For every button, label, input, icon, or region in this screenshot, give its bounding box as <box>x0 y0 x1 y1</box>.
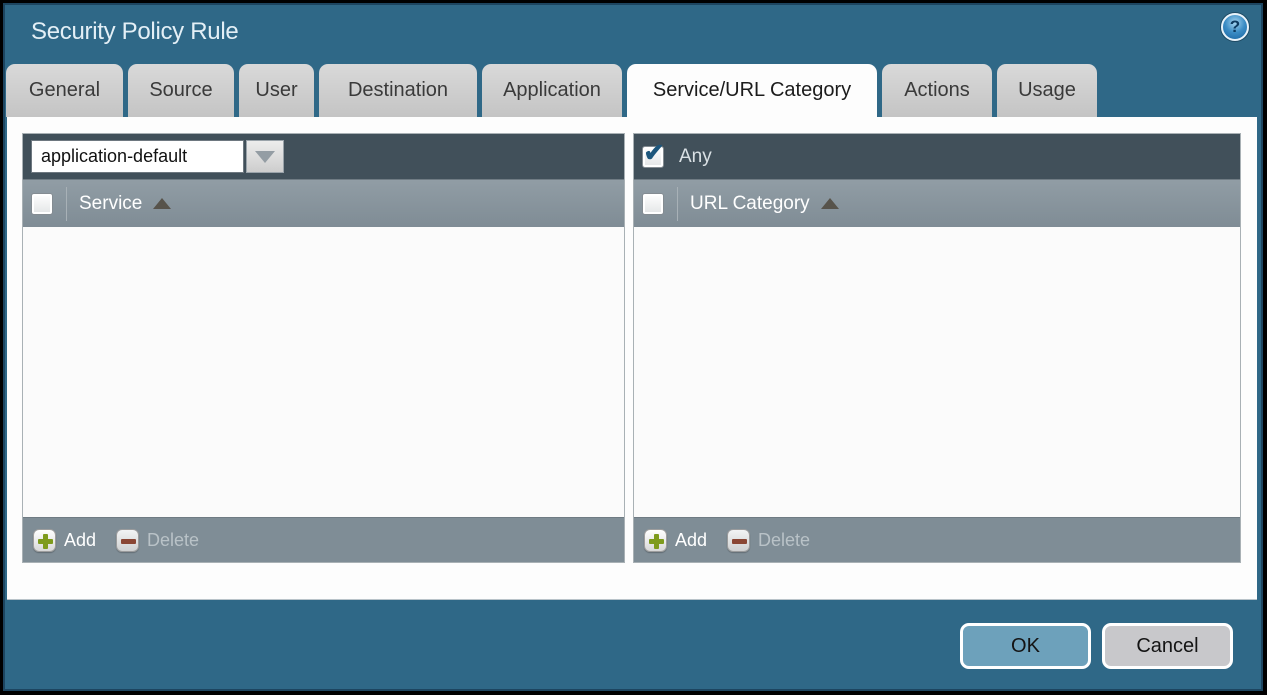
sort-ascending-icon <box>153 198 171 209</box>
service-type-dropdown[interactable]: application-default <box>31 140 284 173</box>
plus-icon <box>33 529 56 552</box>
service-column-header[interactable]: Service <box>23 179 624 227</box>
sort-ascending-icon <box>821 198 839 209</box>
url-category-table-body[interactable] <box>634 227 1240 517</box>
tab-general[interactable]: General <box>6 64 123 117</box>
service-panel: application-default Service Add <box>22 133 625 563</box>
service-type-dropdown-value[interactable]: application-default <box>31 140 244 173</box>
dialog-title: Security Policy Rule <box>31 18 238 46</box>
cancel-button[interactable]: Cancel <box>1102 623 1233 669</box>
dropdown-arrow-button[interactable] <box>246 140 284 173</box>
minus-icon <box>727 529 750 552</box>
service-delete-button[interactable]: Delete <box>116 529 199 552</box>
column-divider <box>677 187 678 221</box>
url-category-column-header[interactable]: URL Category <box>634 179 1240 227</box>
delete-button-label: Delete <box>758 530 810 551</box>
tab-actions[interactable]: Actions <box>882 64 992 117</box>
tab-content-service-url-category: application-default Service Add <box>7 117 1257 600</box>
service-panel-header: application-default <box>23 134 624 179</box>
checkmark-icon: ✔ <box>644 141 665 166</box>
url-category-select-all-checkbox[interactable] <box>642 193 664 215</box>
any-checkbox[interactable]: ✔ <box>642 146 664 168</box>
service-column-label: Service <box>79 193 142 215</box>
add-button-label: Add <box>64 530 96 551</box>
tab-application[interactable]: Application <box>482 64 622 117</box>
url-category-add-button[interactable]: Add <box>644 529 707 552</box>
tab-source[interactable]: Source <box>128 64 234 117</box>
tab-bar: General Source User Destination Applicat… <box>6 64 1097 117</box>
delete-button-label: Delete <box>147 530 199 551</box>
url-category-delete-button[interactable]: Delete <box>727 529 810 552</box>
help-icon[interactable]: ? <box>1221 13 1249 41</box>
ok-button[interactable]: OK <box>960 623 1091 669</box>
service-add-button[interactable]: Add <box>33 529 96 552</box>
url-category-panel: ✔ Any URL Category Add <box>633 133 1241 563</box>
minus-icon <box>116 529 139 552</box>
service-panel-toolbar: Add Delete <box>23 517 624 562</box>
any-checkbox-label: Any <box>679 146 712 168</box>
security-policy-rule-dialog: Security Policy Rule ? General Source Us… <box>3 3 1263 691</box>
add-button-label: Add <box>675 530 707 551</box>
url-category-column-label: URL Category <box>690 193 810 215</box>
service-select-all-checkbox[interactable] <box>31 193 53 215</box>
plus-icon <box>644 529 667 552</box>
service-table-body[interactable] <box>23 227 624 517</box>
url-category-panel-header: ✔ Any <box>634 134 1240 179</box>
url-category-panel-toolbar: Add Delete <box>634 517 1240 562</box>
tab-destination[interactable]: Destination <box>319 64 477 117</box>
tab-usage[interactable]: Usage <box>997 64 1097 117</box>
column-divider <box>66 187 67 221</box>
chevron-down-icon <box>255 151 275 163</box>
tab-user[interactable]: User <box>239 64 314 117</box>
tab-service-url-category[interactable]: Service/URL Category <box>627 64 877 117</box>
